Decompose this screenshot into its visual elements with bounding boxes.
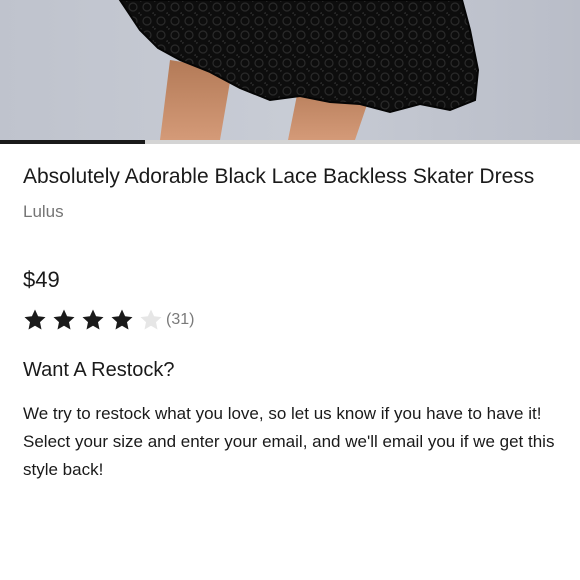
product-details: Absolutely Adorable Black Lace Backless … (23, 144, 558, 484)
brand-link[interactable]: Lulus (23, 201, 558, 223)
star-filled-icon (81, 308, 105, 332)
star-filled-icon (23, 308, 47, 332)
product-price: $49 (23, 267, 60, 292)
restock-text-line: We try to restock what you love, so let … (23, 404, 542, 423)
product-title: Absolutely Adorable Black Lace Backless … (23, 165, 535, 188)
review-count[interactable]: (31) (166, 311, 194, 329)
product-photo[interactable] (0, 0, 580, 140)
restock-description: We try to restock what you love, so let … (23, 400, 558, 484)
star-filled-icon (110, 308, 134, 332)
star-empty-icon (139, 308, 163, 332)
restock-heading: Want A Restock? (23, 359, 175, 381)
rating[interactable]: (31) (23, 307, 558, 333)
restock-text-line: Select your size and enter your email, a… (23, 432, 555, 479)
product-page: Absolutely Adorable Black Lace Backless … (0, 0, 580, 580)
star-filled-icon (52, 308, 76, 332)
